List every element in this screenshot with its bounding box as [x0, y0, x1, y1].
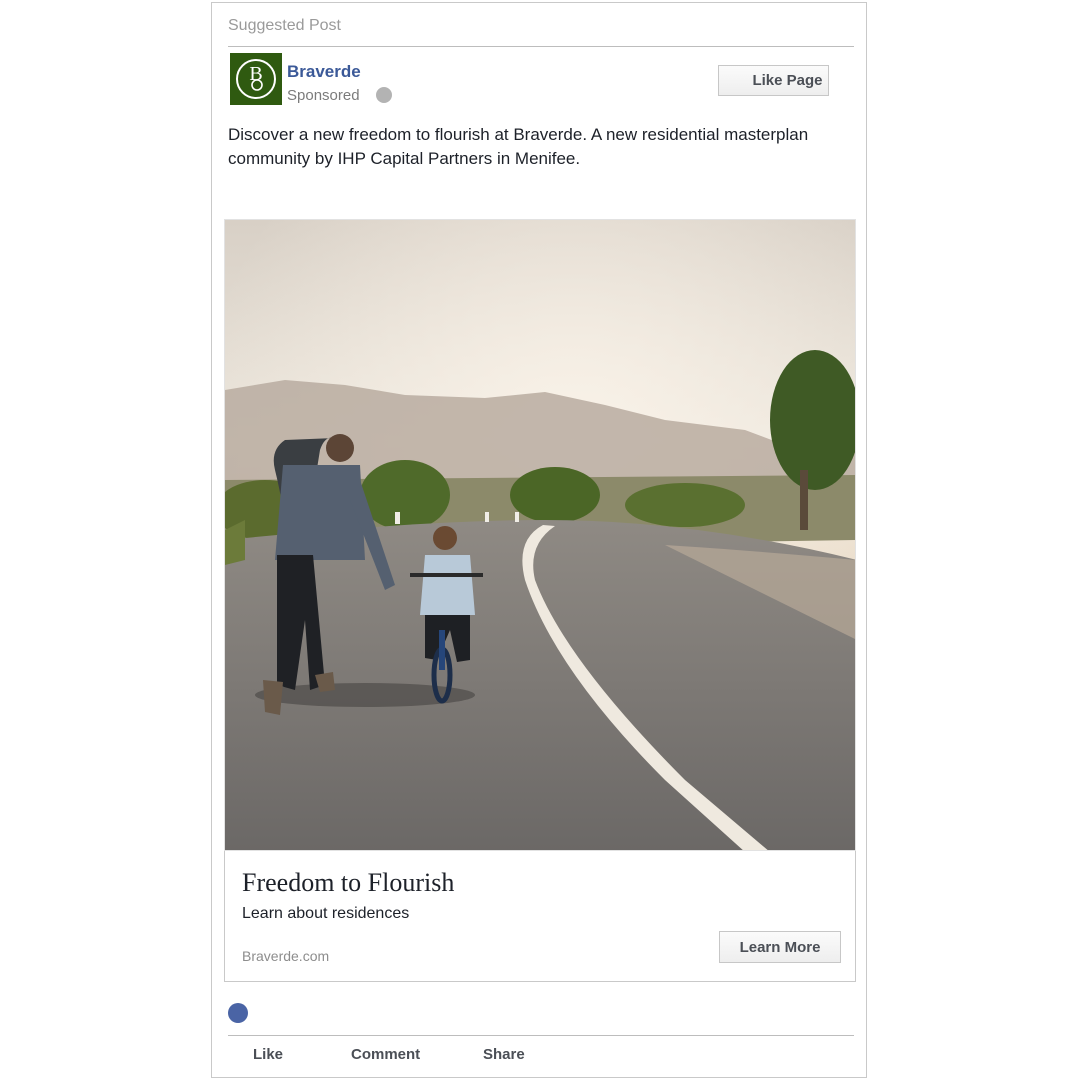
suggested-post-label: Suggested Post — [228, 17, 341, 34]
actions-divider — [228, 1035, 854, 1036]
header-divider — [228, 46, 854, 47]
ad-image[interactable] — [224, 219, 856, 851]
action-bar: Like Comment Share — [212, 1046, 866, 1066]
link-preview[interactable]: Freedom to Flourish Learn about residenc… — [224, 851, 856, 982]
learn-more-button[interactable]: Learn More — [719, 931, 841, 963]
page-avatar[interactable]: B — [230, 53, 282, 105]
braverde-logo-icon: B — [236, 59, 276, 99]
globe-icon — [376, 87, 392, 103]
like-page-button[interactable]: Like Page — [718, 65, 829, 96]
link-domain: Braverde.com — [242, 948, 330, 964]
like-reaction-icon[interactable] — [228, 1003, 248, 1023]
post-message: Discover a new freedom to flourish at Br… — [228, 125, 809, 168]
like-page-label: Like Page — [752, 72, 823, 89]
suggested-post-card: Suggested Post B Braverde Sponsored Like… — [211, 2, 867, 1078]
page-name-link[interactable]: Braverde — [287, 62, 361, 82]
comment-button[interactable]: Comment — [351, 1046, 420, 1063]
sponsored-label: Sponsored — [287, 87, 360, 104]
father-son-bicycle-photo — [225, 220, 855, 850]
like-button[interactable]: Like — [253, 1046, 283, 1063]
link-description: Learn about residences — [242, 905, 410, 922]
link-headline[interactable]: Freedom to Flourish — [242, 868, 454, 898]
share-button[interactable]: Share — [483, 1046, 525, 1063]
